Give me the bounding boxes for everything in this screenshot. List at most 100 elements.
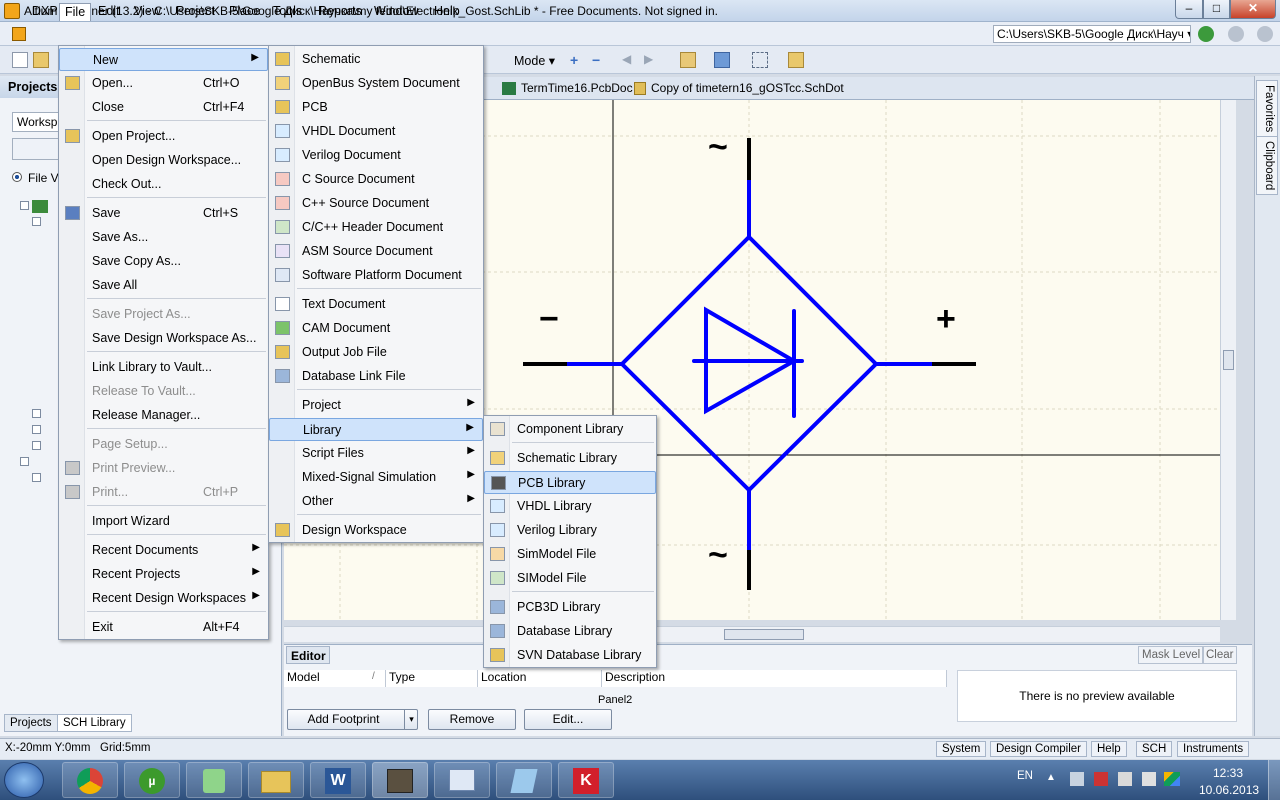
vertical-scrollbar[interactable] [1220,100,1236,620]
tree-expander[interactable] [20,457,29,466]
menu-item-new[interactable]: New ▶ [59,48,268,71]
tab-projects[interactable]: Projects [4,714,58,732]
menu-item-database-link-file[interactable]: Database Link File [269,365,483,388]
menu-item-link-library-to-vault[interactable]: Link Library to Vault... [59,356,268,379]
forward-icon[interactable] [1228,26,1244,42]
clock-time[interactable]: 12:33 [1213,766,1243,780]
menu-item-save-all[interactable]: Save All [59,274,268,297]
status-tab-system[interactable]: System [936,741,987,757]
menu-item-openbus-system-document[interactable]: OpenBus System Document [269,72,483,95]
menu-item-close[interactable]: Close Ctrl+F4 [59,96,268,119]
menu-place[interactable]: Place [224,3,265,21]
menu-item-text-document[interactable]: Text Document [269,293,483,316]
menu-item-simodel-file[interactable]: SIModel File [484,567,656,590]
tab-termtime16-pcbdoc[interactable]: TermTime16.PcbDoc [521,81,633,95]
menu-item-database-library[interactable]: Database Library [484,620,656,643]
menu-tools[interactable]: Tools [268,3,307,21]
status-tab-design-compiler[interactable]: Design Compiler [990,741,1088,757]
menu-item-component-library[interactable]: Component Library [484,418,656,441]
taskbar-altium[interactable] [372,762,428,798]
tray-network-icon[interactable] [1118,772,1132,786]
column-location[interactable]: Location [478,670,602,687]
menu-item-verilog-library[interactable]: Verilog Library [484,519,656,542]
remove-button[interactable]: Remove [428,709,516,730]
volume-icon[interactable] [1142,772,1156,786]
taskbar-remote[interactable] [434,762,490,798]
menu-edit[interactable]: Edit [93,3,125,21]
menu-item-exit[interactable]: Exit Alt+F4 [59,616,268,639]
menu-view[interactable]: View [129,3,166,21]
new-file-icon[interactable] [12,52,28,68]
taskbar-calculator[interactable] [186,762,242,798]
tab-copy-of-timetern16[interactable]: Copy of timetern16_gOSTcc.SchDot [651,81,844,95]
menu-item-release-to-vault[interactable]: Release To Vault... [59,380,268,403]
tree-expander[interactable] [32,409,41,418]
tab-sch-library[interactable]: SCH Library [57,714,132,732]
menu-item-schematic-library[interactable]: Schematic Library [484,447,656,470]
menu-item-vhdl-document[interactable]: VHDL Document [269,120,483,143]
tree-expander[interactable] [32,425,41,434]
folder-icon[interactable] [788,52,804,68]
taskbar-kaspersky[interactable]: K [558,762,614,798]
column-type[interactable]: Type [386,670,478,687]
back-icon[interactable] [1198,26,1214,42]
pencil-icon[interactable] [714,52,730,68]
taskbar-word[interactable]: W [310,762,366,798]
menu-item-page-setup[interactable]: Page Setup... [59,433,268,456]
vertical-scroll-thumb[interactable] [1223,350,1234,370]
zoom-out-icon[interactable]: − [592,52,608,68]
menu-item-mixed-signal-simulation[interactable]: Mixed-Signal Simulation ▶ [269,466,483,489]
menu-item-cam-document[interactable]: CAM Document [269,317,483,340]
maximize-button[interactable]: □ [1203,0,1230,19]
menu-item-software-platform-document[interactable]: Software Platform Document [269,264,483,287]
close-window-button[interactable]: ✕ [1230,0,1276,19]
menu-item-import-wizard[interactable]: Import Wizard [59,510,268,533]
menu-item-output-job-file[interactable]: Output Job File [269,341,483,364]
tab-favorites[interactable]: Favorites [1256,80,1278,138]
open-folder-icon[interactable] [33,52,49,68]
taskbar-utorrent[interactable]: µ [124,762,180,798]
start-button[interactable] [4,762,44,798]
minimize-button[interactable]: – [1175,0,1203,19]
show-hidden-icon[interactable]: ▲ [1046,772,1056,783]
home-icon[interactable] [1257,26,1273,42]
path-dropdown[interactable]: C:\Users\SKB-5\Google Диск\Науч ▾ [993,25,1191,43]
menu-item-project[interactable]: Project ▶ [269,394,483,417]
mask-level-button[interactable]: Mask Level [1138,646,1205,664]
menu-item-save-as[interactable]: Save As... [59,226,268,249]
menu-window[interactable]: Window [369,3,423,21]
arrow-left-icon[interactable]: ◀ [622,52,638,68]
menu-item-pcb3d-library[interactable]: PCB3D Library [484,596,656,619]
status-tab-help[interactable]: Help [1091,741,1127,757]
menu-item-save-design-workspace-as[interactable]: Save Design Workspace As... [59,327,268,350]
menu-item-print[interactable]: Print... Ctrl+P [59,481,268,504]
tree-expander[interactable] [20,201,29,210]
tree-expander[interactable] [32,217,41,226]
menu-item-verilog-document[interactable]: Verilog Document [269,144,483,167]
mode-dropdown[interactable]: Mode ▾ [514,53,555,68]
menu-item-check-out[interactable]: Check Out... [59,173,268,196]
tray-antivirus-icon[interactable] [1094,772,1108,786]
menu-item-pcb[interactable]: PCB [269,96,483,119]
menu-item-c-c-header-document[interactable]: C/C++ Header Document [269,216,483,239]
menu-item-recent-documents[interactable]: Recent Documents ▶ [59,539,268,562]
menu-item-save-project-as[interactable]: Save Project As... [59,303,268,326]
menu-item-release-manager[interactable]: Release Manager... [59,404,268,427]
menu-item-open[interactable]: Open... Ctrl+O [59,72,268,95]
menu-item-script-files[interactable]: Script Files ▶ [269,442,483,465]
menu-item-save[interactable]: Save Ctrl+S [59,202,268,225]
zoom-in-icon[interactable]: + [570,52,586,68]
menu-item-svn-database-library[interactable]: SVN Database Library [484,644,656,667]
menu-item-c-source-document[interactable]: C Source Document [269,168,483,191]
menu-item-other[interactable]: Other ▶ [269,490,483,513]
tray-icon[interactable] [1070,772,1084,786]
menu-item-recent-projects[interactable]: Recent Projects ▶ [59,563,268,586]
menu-item-open-design-workspace[interactable]: Open Design Workspace... [59,149,268,172]
horizontal-scrollbar[interactable] [284,626,1220,642]
language-indicator[interactable]: EN [1017,770,1033,782]
clear-button[interactable]: Clear [1202,646,1238,664]
menu-item-schematic[interactable]: Schematic [269,48,483,71]
menu-item-pcb-library[interactable]: PCB Library [484,471,656,494]
menu-item-save-copy-as[interactable]: Save Copy As... [59,250,268,273]
menu-item-library[interactable]: Library ▶ [269,418,483,441]
